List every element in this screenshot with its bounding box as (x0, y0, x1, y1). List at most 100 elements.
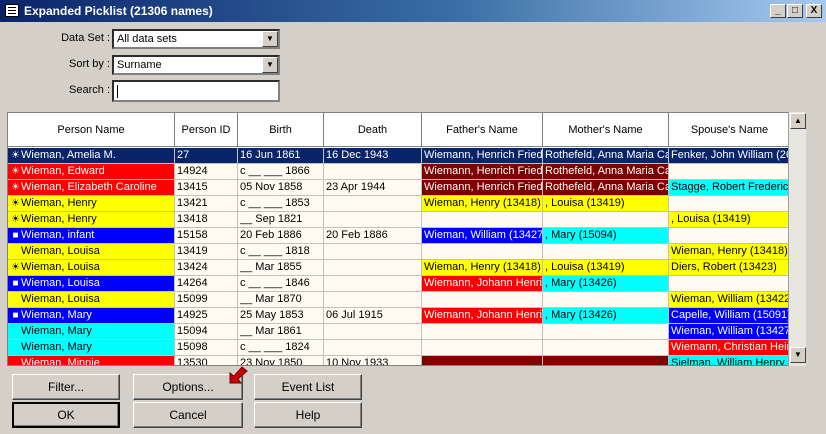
dataset-select[interactable]: All data sets ▼ (112, 29, 280, 49)
event-list-button[interactable]: Event List (254, 374, 362, 400)
cell-text: 16 Dec 1943 (326, 149, 389, 161)
help-button[interactable]: Help (254, 402, 362, 428)
table-cell: , Louisa (13419) (669, 212, 791, 228)
table-cell (422, 356, 543, 365)
row-marker-icon: ■ (12, 310, 19, 321)
table-row[interactable]: ☀Wieman, Louisa 13424 __ Mar 1855 Wieman, H… (8, 260, 791, 276)
column-header[interactable]: Person Name (8, 113, 175, 147)
table-cell: 13419 (175, 244, 238, 260)
cell-text: Wieman, Henry (13418) (424, 261, 541, 273)
cell-text: Wieman, Louisa (21, 245, 100, 257)
table-cell: Wiemann, Johann Henric (422, 308, 543, 324)
cell-text: 15158 (177, 229, 208, 241)
cancel-button[interactable]: Cancel (133, 402, 243, 428)
table-cell: c __ ___ 1818 (238, 244, 324, 260)
cell-text: , Louisa (13419) (671, 213, 751, 225)
sortby-value: Surname (117, 59, 162, 71)
maximize-button[interactable]: □ (787, 4, 803, 18)
scroll-down-icon[interactable]: ▼ (790, 347, 806, 363)
title-bar[interactable]: Expanded Picklist (21306 names) _ □ X (0, 0, 826, 22)
table-cell: Diers, Robert (13423) (669, 260, 791, 276)
table-row[interactable]: ■ Wieman, Mary 14925 25 May 1853 06 Jul 1915… (8, 308, 791, 324)
cell-text: Stagge, Robert Frederick (671, 181, 791, 193)
column-header[interactable]: Death (324, 113, 422, 147)
table-cell: Sielman, William Henry F (669, 356, 791, 365)
table-cell: 06 Jul 1915 (324, 308, 422, 324)
scroll-up-icon[interactable]: ▲ (790, 113, 806, 129)
table-row[interactable]: ☀Wieman, Edward 14924 c __ ___ 1866 Wiemann… (8, 164, 791, 180)
row-marker-icon: ☀ (11, 214, 20, 225)
table-row[interactable]: ■ Wieman, Louisa 14264 c __ ___ 1846 Wiemann… (8, 276, 791, 292)
cell-text: Wieman, William (13427) (424, 229, 543, 241)
table-cell (324, 260, 422, 276)
table-cell: Wieman, William (13422) (669, 292, 791, 308)
table-cell: , Mary (13426) (543, 276, 669, 292)
table-cell (422, 340, 543, 356)
close-button[interactable]: X (806, 4, 822, 18)
cell-text: __ Sep 1821 (240, 213, 303, 225)
table-cell: 15094 (175, 324, 238, 340)
table-cell (543, 292, 669, 308)
options-button[interactable]: Options... (133, 374, 243, 400)
sortby-select[interactable]: Surname ▼ (112, 55, 280, 75)
table-cell: Wieman, Henry (13418) (422, 196, 543, 212)
cell-text: c __ ___ 1818 (240, 245, 310, 257)
row-marker-icon: ☀ (11, 166, 20, 177)
table-cell: Wiemann, Johann Henric (422, 276, 543, 292)
cell-text: , Louisa (13419) (545, 197, 625, 209)
table-cell: Wieman, Louisa (8, 292, 175, 308)
cell-text: Wiemann, Johann Henric (424, 277, 543, 289)
vertical-scrollbar[interactable]: ▲ ▼ (788, 112, 806, 366)
cell-text: 14264 (177, 277, 208, 289)
table-cell (669, 164, 791, 180)
table-cell: 27 (175, 148, 238, 164)
column-header[interactable]: Father's Name (422, 113, 543, 147)
table-row[interactable]: Wieman, Minnie 13530 23 Nov 1850 10 Nov 193… (8, 356, 791, 365)
cell-text: 23 Apr 1944 (326, 181, 386, 193)
column-header[interactable]: Mother's Name (543, 113, 669, 147)
table-row[interactable]: Wieman, Mary 15098 c __ ___ 1824 Wiemann, C… (8, 340, 791, 356)
table-cell: Wieman, Henry (13418) (669, 244, 791, 260)
cell-text: Wieman, William (13427) (671, 325, 791, 337)
table-cell: Wieman, William (13427) (422, 228, 543, 244)
dropdown-arrow-icon[interactable]: ▼ (262, 57, 278, 73)
table-row[interactable]: Wieman, Louisa 15099 __ Mar 1870 Wieman, Wi… (8, 292, 791, 308)
table-cell (324, 196, 422, 212)
column-header[interactable]: Birth (238, 113, 324, 147)
table-row[interactable]: ☀Wieman, Henry 13421 c __ ___ 1853 Wieman, … (8, 196, 791, 212)
table-cell: Capelle, William (15091) (669, 308, 791, 324)
cell-text: Wieman, Henry (21, 213, 97, 225)
cell-text: c __ ___ 1846 (240, 277, 310, 289)
filter-button[interactable]: Filter... (12, 374, 120, 400)
column-header[interactable]: Spouse's Name (669, 113, 791, 147)
table-cell: 15098 (175, 340, 238, 356)
table-cell (543, 244, 669, 260)
cell-text: Wieman, Louisa (21, 277, 100, 289)
table-row[interactable]: ■ Wieman, infant 15158 20 Feb 1886 20 Feb 18… (8, 228, 791, 244)
row-marker-icon: ■ (12, 230, 19, 241)
table-cell: ☀Wieman, Henry (8, 196, 175, 212)
search-input[interactable] (112, 80, 280, 102)
cell-text: Rothefeld, Anna Maria Ca (545, 165, 669, 177)
minimize-button[interactable]: _ (770, 4, 786, 18)
table-row[interactable]: Wieman, Louisa 13419 c __ ___ 1818 Wieman, … (8, 244, 791, 260)
table-row[interactable]: ☀Wieman, Henry 13418 __ Sep 1821, Louisa (… (8, 212, 791, 228)
table-cell: 23 Apr 1944 (324, 180, 422, 196)
table-cell: __ Sep 1821 (238, 212, 324, 228)
window-app-icon[interactable] (5, 4, 19, 17)
picklist-grid[interactable]: Person Name Person ID Birth Death Father's N… (7, 112, 806, 366)
column-header[interactable]: Person ID (175, 113, 238, 147)
ok-button[interactable]: OK (12, 402, 120, 428)
table-cell (543, 324, 669, 340)
table-row[interactable]: Wieman, Mary 15094 __ Mar 1861 Wieman, Will… (8, 324, 791, 340)
cell-text: Wieman, Mary (21, 309, 92, 321)
table-cell: Wieman, Mary (8, 324, 175, 340)
table-cell: 23 Nov 1850 (238, 356, 324, 365)
dropdown-arrow-icon[interactable]: ▼ (262, 31, 278, 47)
table-cell: c __ ___ 1866 (238, 164, 324, 180)
table-cell: 14924 (175, 164, 238, 180)
table-row[interactable]: ☀Wieman, Amelia M. 27 16 Jun 1861 16 Dec 19… (8, 148, 791, 164)
table-cell: , Mary (15094) (543, 228, 669, 244)
table-row[interactable]: ☀Wieman, Elizabeth Caroline 13415 05 Nov 1… (8, 180, 791, 196)
sortby-label: Sort by : (69, 58, 110, 70)
